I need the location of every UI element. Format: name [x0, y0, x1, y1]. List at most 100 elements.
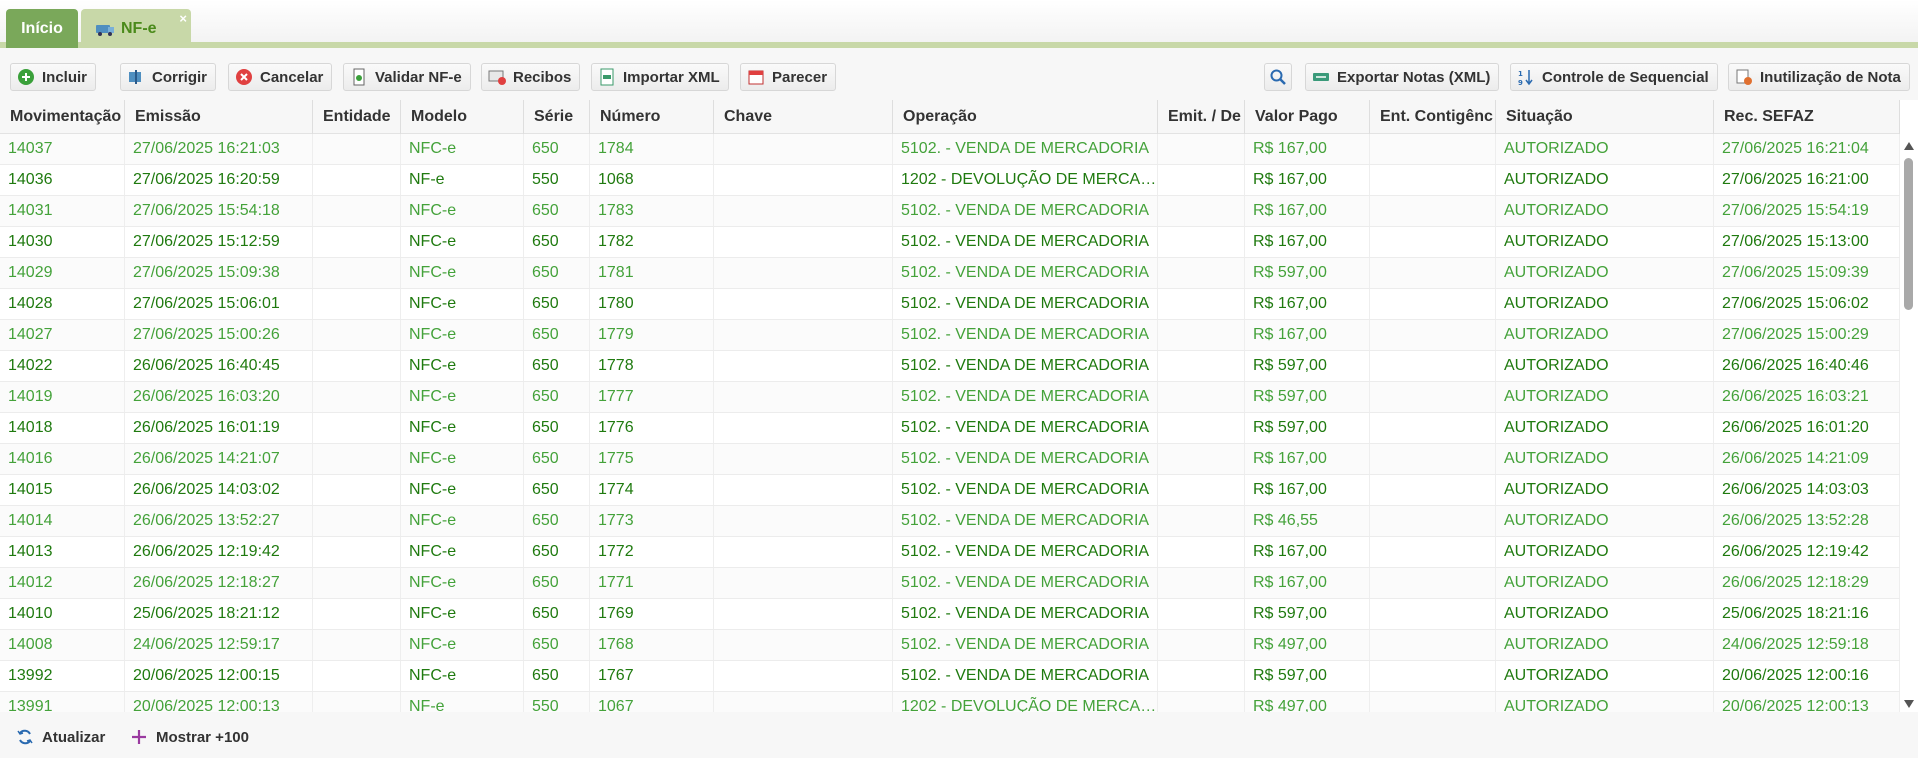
close-icon[interactable]: × [179, 11, 187, 26]
col-serie-cell: 650 [524, 537, 590, 567]
table-row[interactable]: 14008 24/06/2025 12:59:17 NFC-e 650 1768 5102… [0, 630, 1900, 661]
table-row[interactable]: 14037 27/06/2025 16:21:03 NFC-e 650 1784 5102… [0, 134, 1900, 165]
table-row[interactable]: 14010 25/06/2025 18:21:12 NFC-e 650 1769 5102… [0, 599, 1900, 630]
col-emissao-cell: 27/06/2025 16:21:03 [125, 134, 313, 164]
table-row[interactable]: 14014 26/06/2025 13:52:27 NFC-e 650 1773 5102… [0, 506, 1900, 537]
col-rec-sefaz-cell: 27/06/2025 15:00:29 [1714, 320, 1900, 350]
col-numero-cell: 1784 [590, 134, 714, 164]
col-ent-contingencia-cell [1370, 599, 1496, 629]
col-serie-cell: 650 [524, 599, 590, 629]
col-situacao-cell: AUTORIZADO [1496, 289, 1714, 319]
table-row[interactable]: 14013 26/06/2025 12:19:42 NFC-e 650 1772 5102… [0, 537, 1900, 568]
table-row[interactable]: 14036 27/06/2025 16:20:59 NF-e 550 1068 1202 … [0, 165, 1900, 196]
incluir-button[interactable]: Incluir [10, 63, 97, 91]
scroll-thumb[interactable] [1904, 158, 1913, 310]
scroll-up-icon[interactable] [1904, 142, 1914, 150]
col-emissao-cell: 27/06/2025 15:00:26 [125, 320, 313, 350]
col-chave-cell [714, 258, 893, 288]
table-row[interactable]: 14030 27/06/2025 15:12:59 NFC-e 650 1782 5102… [0, 227, 1900, 258]
scroll-down-icon[interactable] [1904, 700, 1914, 708]
importar-xml-button[interactable]: Importar XML [591, 63, 729, 91]
controle-sequencial-button[interactable]: 19 Controle de Sequencial [1510, 63, 1718, 91]
col-emit-dest-cell [1158, 475, 1245, 505]
col-situacao-cell: AUTORIZADO [1496, 475, 1714, 505]
vertical-scrollbar[interactable] [1900, 138, 1918, 712]
search-icon [1270, 69, 1286, 85]
search-button[interactable] [1264, 63, 1292, 91]
table-row[interactable]: 14028 27/06/2025 15:06:01 NFC-e 650 1780 5102… [0, 289, 1900, 320]
col-valor-pago-header[interactable]: Valor Pago [1245, 100, 1370, 134]
col-movimentacao-header[interactable]: Movimentação [0, 100, 125, 134]
col-entidade-cell [313, 444, 401, 474]
atualizar-button[interactable]: Atualizar [16, 726, 105, 748]
table-row[interactable]: 14019 26/06/2025 16:03:20 NFC-e 650 1777 5102… [0, 382, 1900, 413]
col-entidade-cell [313, 537, 401, 567]
col-emissao-header[interactable]: Emissão [125, 100, 313, 134]
col-valor-pago-cell: R$ 497,00 [1245, 692, 1370, 712]
col-numero-cell: 1778 [590, 351, 714, 381]
col-serie-cell: 650 [524, 661, 590, 691]
table-row[interactable]: 14015 26/06/2025 14:03:02 NFC-e 650 1774 5102… [0, 475, 1900, 506]
col-rec-sefaz-cell: 27/06/2025 16:21:04 [1714, 134, 1900, 164]
table-row[interactable]: 13991 20/06/2025 12:00:13 NF-e 550 1067 1202 … [0, 692, 1900, 712]
col-emit-dest-header[interactable]: Emit. / De [1158, 100, 1245, 134]
col-emissao-cell: 27/06/2025 15:54:18 [125, 196, 313, 226]
exportar-notas-button[interactable]: Exportar Notas (XML) [1305, 63, 1500, 91]
table-row[interactable]: 14029 27/06/2025 15:09:38 NFC-e 650 1781 5102… [0, 258, 1900, 289]
col-chave-cell [714, 630, 893, 660]
col-ent-contingencia-cell [1370, 382, 1496, 412]
col-serie-header[interactable]: Série [524, 100, 590, 134]
receipt-icon [488, 70, 506, 85]
col-operacao-cell: 5102. - VENDA DE MERCADORIA [893, 258, 1158, 288]
col-ent-contingencia-cell [1370, 196, 1496, 226]
col-numero-cell: 1067 [590, 692, 714, 712]
col-entidade-cell [313, 258, 401, 288]
parecer-label: Parecer [772, 68, 828, 86]
col-emissao-cell: 26/06/2025 16:03:20 [125, 382, 313, 412]
col-rec-sefaz-cell: 26/06/2025 16:01:20 [1714, 413, 1900, 443]
col-numero-cell: 1781 [590, 258, 714, 288]
table-row[interactable]: 14022 26/06/2025 16:40:45 NFC-e 650 1778 5102… [0, 351, 1900, 382]
col-operacao-header[interactable]: Operação [893, 100, 1158, 134]
tab-inicio[interactable]: Início [6, 9, 78, 48]
col-valor-pago-cell: R$ 597,00 [1245, 599, 1370, 629]
table-row[interactable]: 14012 26/06/2025 12:18:27 NFC-e 650 1771 5102… [0, 568, 1900, 599]
cancelar-button[interactable]: Cancelar [228, 63, 333, 91]
validar-nfe-button[interactable]: Validar NF-e [343, 63, 471, 91]
col-entidade-header[interactable]: Entidade [313, 100, 401, 134]
col-chave-cell [714, 444, 893, 474]
col-chave-header[interactable]: Chave [714, 100, 893, 134]
col-movimentacao-cell: 14027 [0, 320, 125, 350]
table-row[interactable]: 13992 20/06/2025 12:00:15 NFC-e 650 1767 5102… [0, 661, 1900, 692]
col-situacao-cell: AUTORIZADO [1496, 692, 1714, 712]
col-numero-header[interactable]: Número [590, 100, 714, 134]
table-row[interactable]: 14016 26/06/2025 14:21:07 NFC-e 650 1775 5102… [0, 444, 1900, 475]
col-serie-cell: 650 [524, 320, 590, 350]
table-row[interactable]: 14031 27/06/2025 15:54:18 NFC-e 650 1783 5102… [0, 196, 1900, 227]
col-rec-sefaz-cell: 27/06/2025 15:13:00 [1714, 227, 1900, 257]
col-operacao-cell: 5102. - VENDA DE MERCADORIA [893, 289, 1158, 319]
col-ent-contingencia-header[interactable]: Ent. Contigênc [1370, 100, 1496, 134]
tab-nfe[interactable]: NF-e × [81, 9, 191, 48]
col-numero-cell: 1783 [590, 196, 714, 226]
col-emissao-cell: 24/06/2025 12:59:17 [125, 630, 313, 660]
col-movimentacao-cell: 14013 [0, 537, 125, 567]
col-operacao-cell: 1202 - DEVOLUÇÃO DE MERCADORIA [893, 165, 1158, 195]
col-serie-cell: 650 [524, 289, 590, 319]
corrigir-button[interactable]: Corrigir [120, 63, 217, 91]
table-row[interactable]: 14018 26/06/2025 16:01:19 NFC-e 650 1776 5102… [0, 413, 1900, 444]
col-emissao-cell: 20/06/2025 12:00:15 [125, 661, 313, 691]
recibos-button[interactable]: Recibos [481, 63, 581, 91]
col-valor-pago-cell: R$ 167,00 [1245, 444, 1370, 474]
mostrar-mais-button[interactable]: Mostrar +100 [130, 726, 249, 748]
table-row[interactable]: 14027 27/06/2025 15:00:26 NFC-e 650 1779 5102… [0, 320, 1900, 351]
col-situacao-header[interactable]: Situação [1496, 100, 1714, 134]
col-ent-contingencia-cell [1370, 537, 1496, 567]
inutilizacao-nota-button[interactable]: Inutilização de Nota [1728, 63, 1910, 91]
col-movimentacao-cell: 14028 [0, 289, 125, 319]
col-rec-sefaz-header[interactable]: Rec. SEFAZ [1714, 100, 1900, 134]
parecer-button[interactable]: Parecer [740, 63, 837, 91]
recibos-label: Recibos [513, 68, 572, 86]
col-serie-cell: 650 [524, 568, 590, 598]
col-modelo-header[interactable]: Modelo [401, 100, 524, 134]
